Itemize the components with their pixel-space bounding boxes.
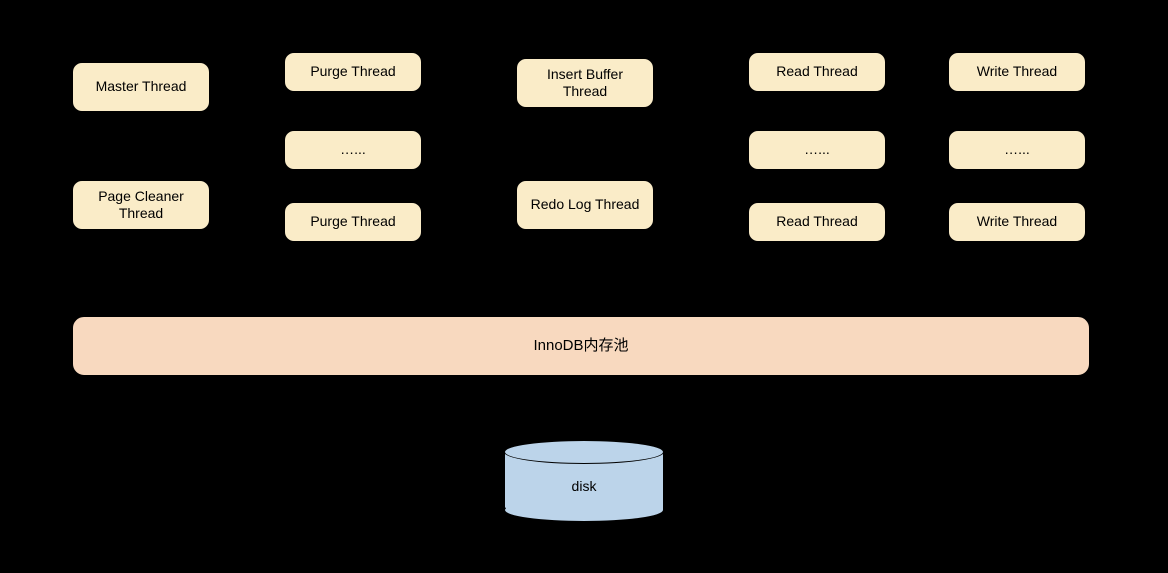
disk-label: disk (504, 478, 664, 494)
master-thread-box: Master Thread (72, 62, 210, 112)
disk-cylinder: disk (504, 440, 664, 522)
disk-bottom-cover (506, 498, 663, 510)
read-ellipsis-box: …... (748, 130, 886, 170)
write-ellipsis-box: …... (948, 130, 1086, 170)
page-cleaner-thread-box: Page Cleaner Thread (72, 180, 210, 230)
redo-log-thread-box: Redo Log Thread (516, 180, 654, 230)
disk-top (504, 440, 664, 464)
read-thread-box-2: Read Thread (748, 202, 886, 242)
write-thread-box: Write Thread (948, 52, 1086, 92)
purge-thread-box-2: Purge Thread (284, 202, 422, 242)
purge-thread-box: Purge Thread (284, 52, 422, 92)
insert-buffer-thread-box: Insert Buffer Thread (516, 58, 654, 108)
purge-ellipsis-box: …... (284, 130, 422, 170)
write-thread-box-2: Write Thread (948, 202, 1086, 242)
read-thread-box: Read Thread (748, 52, 886, 92)
innodb-memory-pool: InnoDB内存池 (72, 316, 1090, 376)
